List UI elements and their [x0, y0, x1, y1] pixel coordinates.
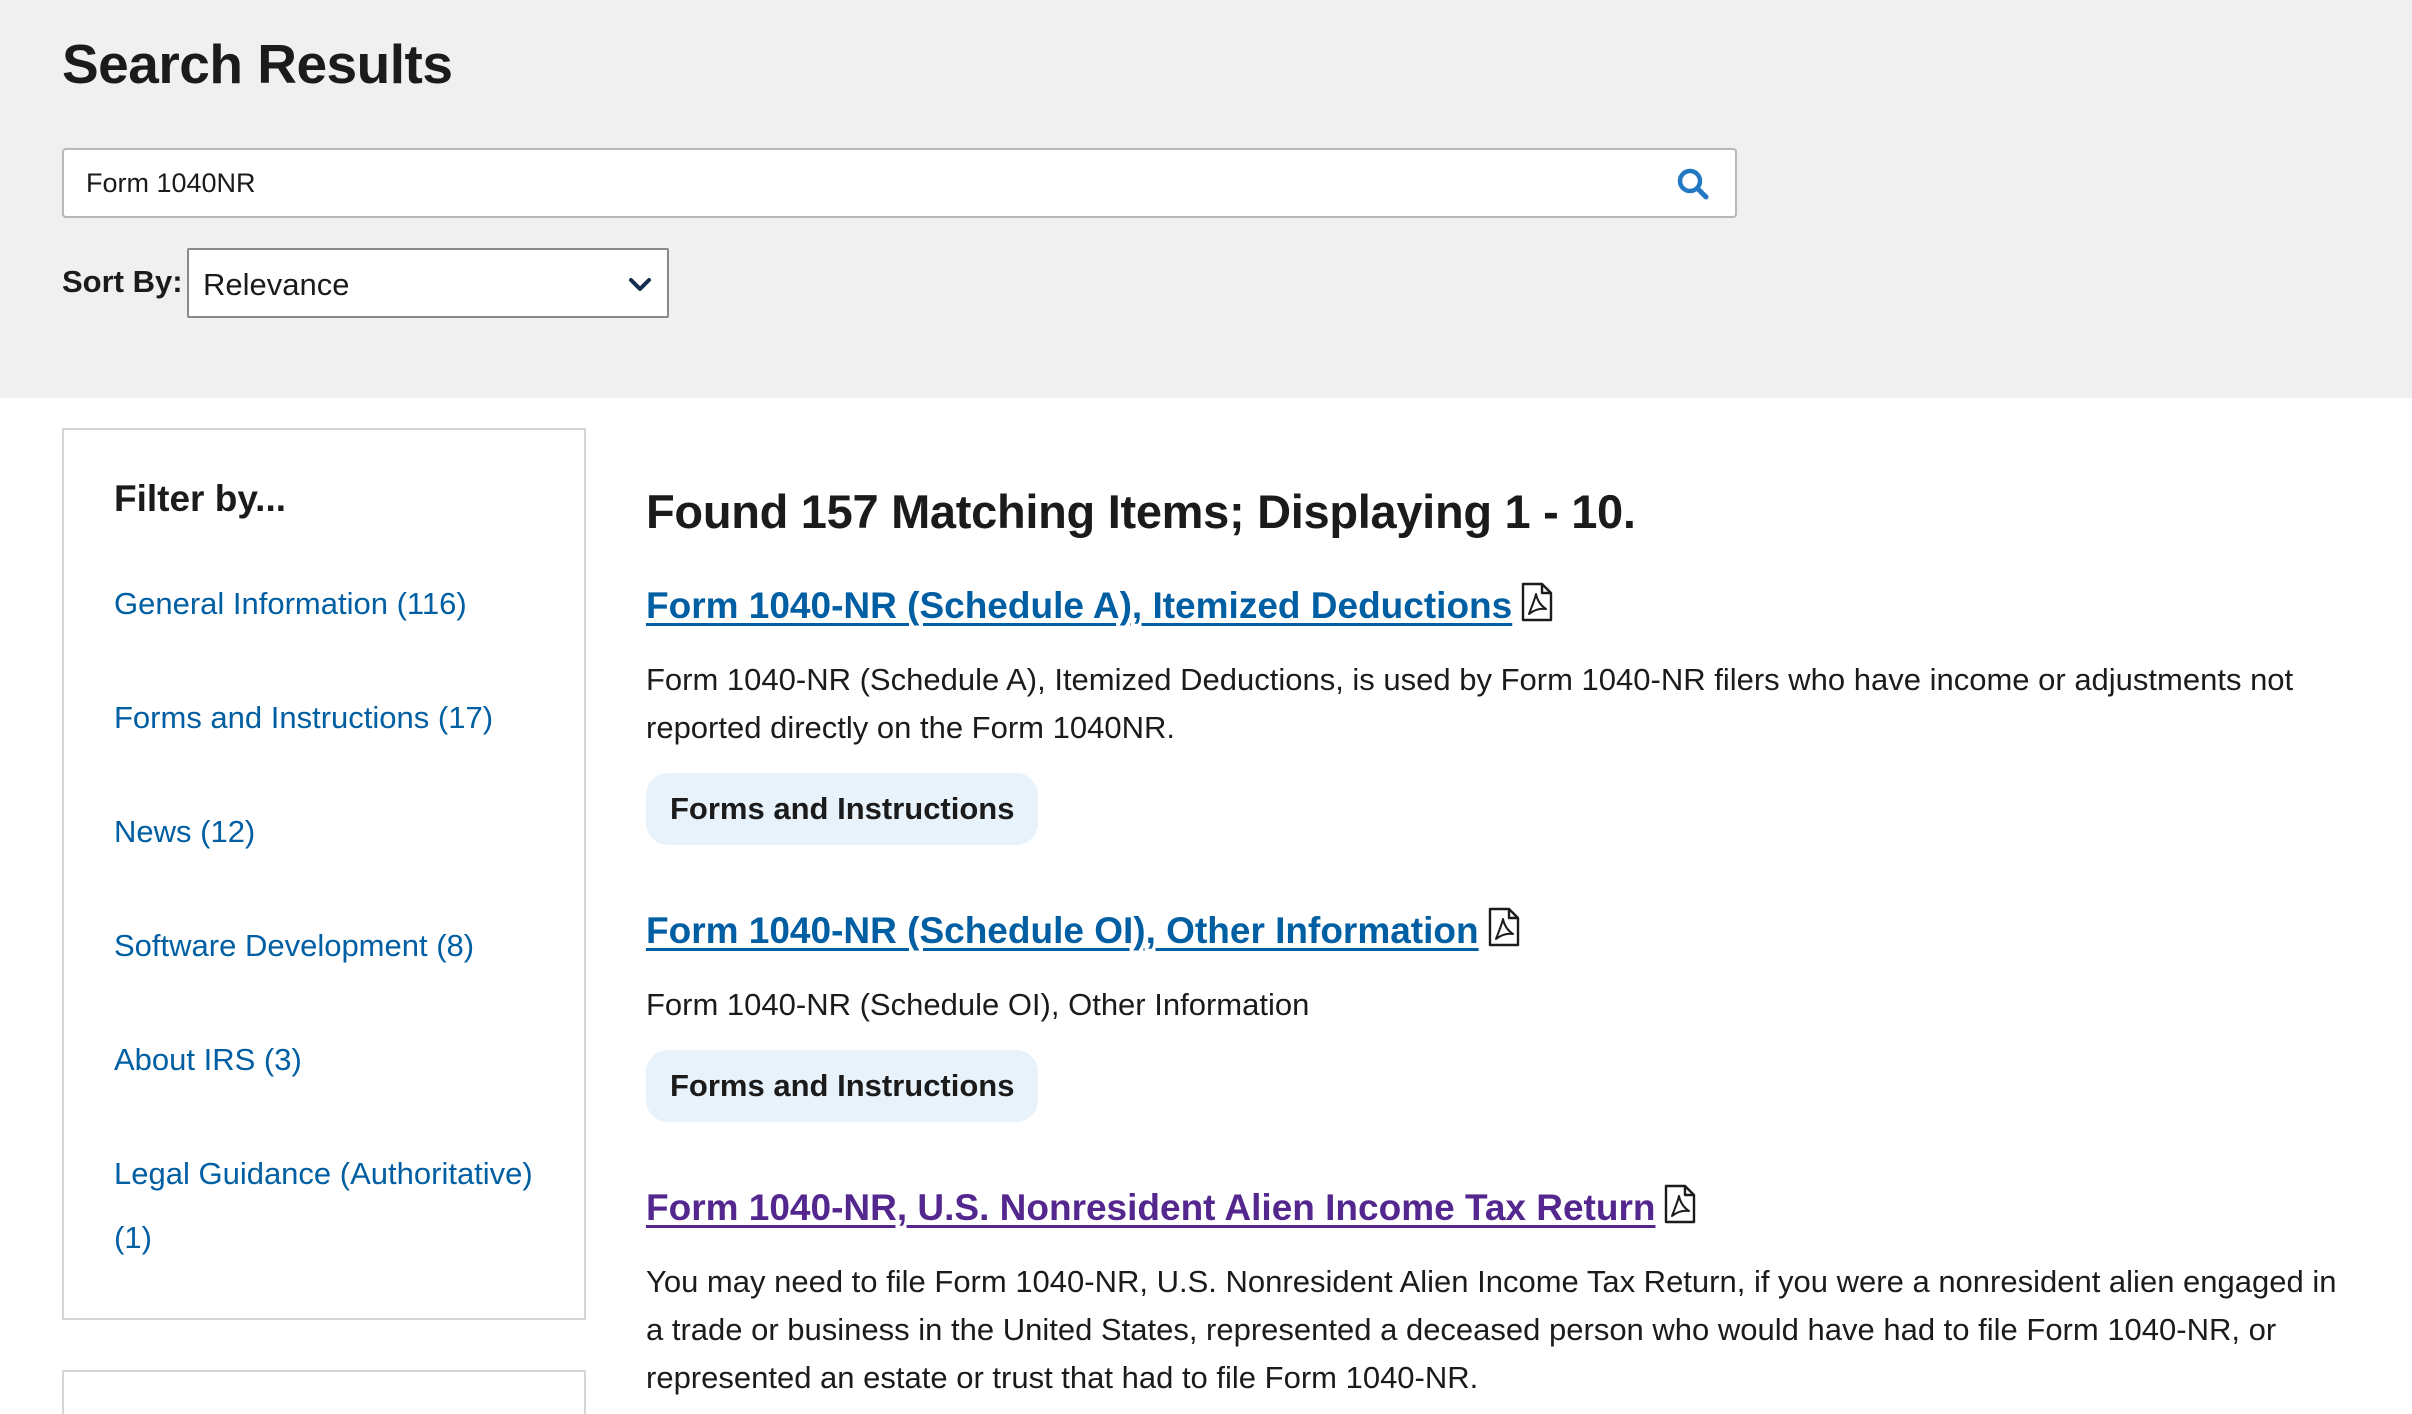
filter-about-irs[interactable]: About IRS (3) [114, 1028, 544, 1092]
result-title-link[interactable]: Form 1040-NR (Schedule A), Itemized Dedu… [646, 582, 1554, 627]
filter-news[interactable]: News (12) [114, 800, 544, 864]
result-description: Form 1040-NR (Schedule A), Itemized Dedu… [646, 662, 2294, 745]
result-title-link[interactable]: Form 1040-NR, U.S. Nonresident Alien Inc… [646, 1184, 1697, 1229]
sort-select[interactable]: Relevance [187, 248, 669, 318]
result-title-text: Form 1040-NR (Schedule A), Itemized Dedu… [646, 585, 1513, 626]
page-title: Search Results [62, 33, 453, 95]
result-title-link[interactable]: Form 1040-NR (Schedule OI), Other Inform… [646, 907, 1521, 952]
search-box[interactable] [62, 148, 1737, 218]
result-title-text: Form 1040-NR (Schedule OI), Other Inform… [646, 910, 1479, 951]
result-title-text: Form 1040-NR, U.S. Nonresident Alien Inc… [646, 1187, 1656, 1228]
filter-software-development[interactable]: Software Development (8) [114, 914, 544, 978]
filter-legal-guidance[interactable]: Legal Guidance (Authoritative) (1) [114, 1142, 544, 1270]
filter-sidebar: Filter by... General Information (116) F… [62, 428, 586, 1320]
pdf-icon [1487, 907, 1521, 947]
result-description: Form 1040-NR (Schedule OI), Other Inform… [646, 987, 1310, 1022]
sort-label: Sort By: [62, 264, 183, 299]
sort-selected-value: Relevance [203, 267, 350, 302]
result-description: You may need to file Form 1040-NR, U.S. … [646, 1264, 2337, 1395]
result-tag: Forms and Instructions [646, 773, 1039, 845]
search-icon[interactable] [1675, 166, 1711, 202]
filter-forms-and-instructions[interactable]: Forms and Instructions (17) [114, 686, 544, 750]
secondary-sidebar-panel [62, 1370, 586, 1414]
pdf-icon [1520, 582, 1554, 622]
chevron-down-icon [627, 272, 653, 298]
filter-general-information[interactable]: General Information (116) [114, 572, 544, 636]
results-summary: Found 157 Matching Items; Displaying 1 -… [646, 485, 1636, 538]
search-input[interactable] [86, 150, 1646, 216]
pdf-icon [1663, 1184, 1697, 1224]
filter-title: Filter by... [114, 478, 287, 519]
result-tag: Forms and Instructions [646, 1050, 1039, 1122]
